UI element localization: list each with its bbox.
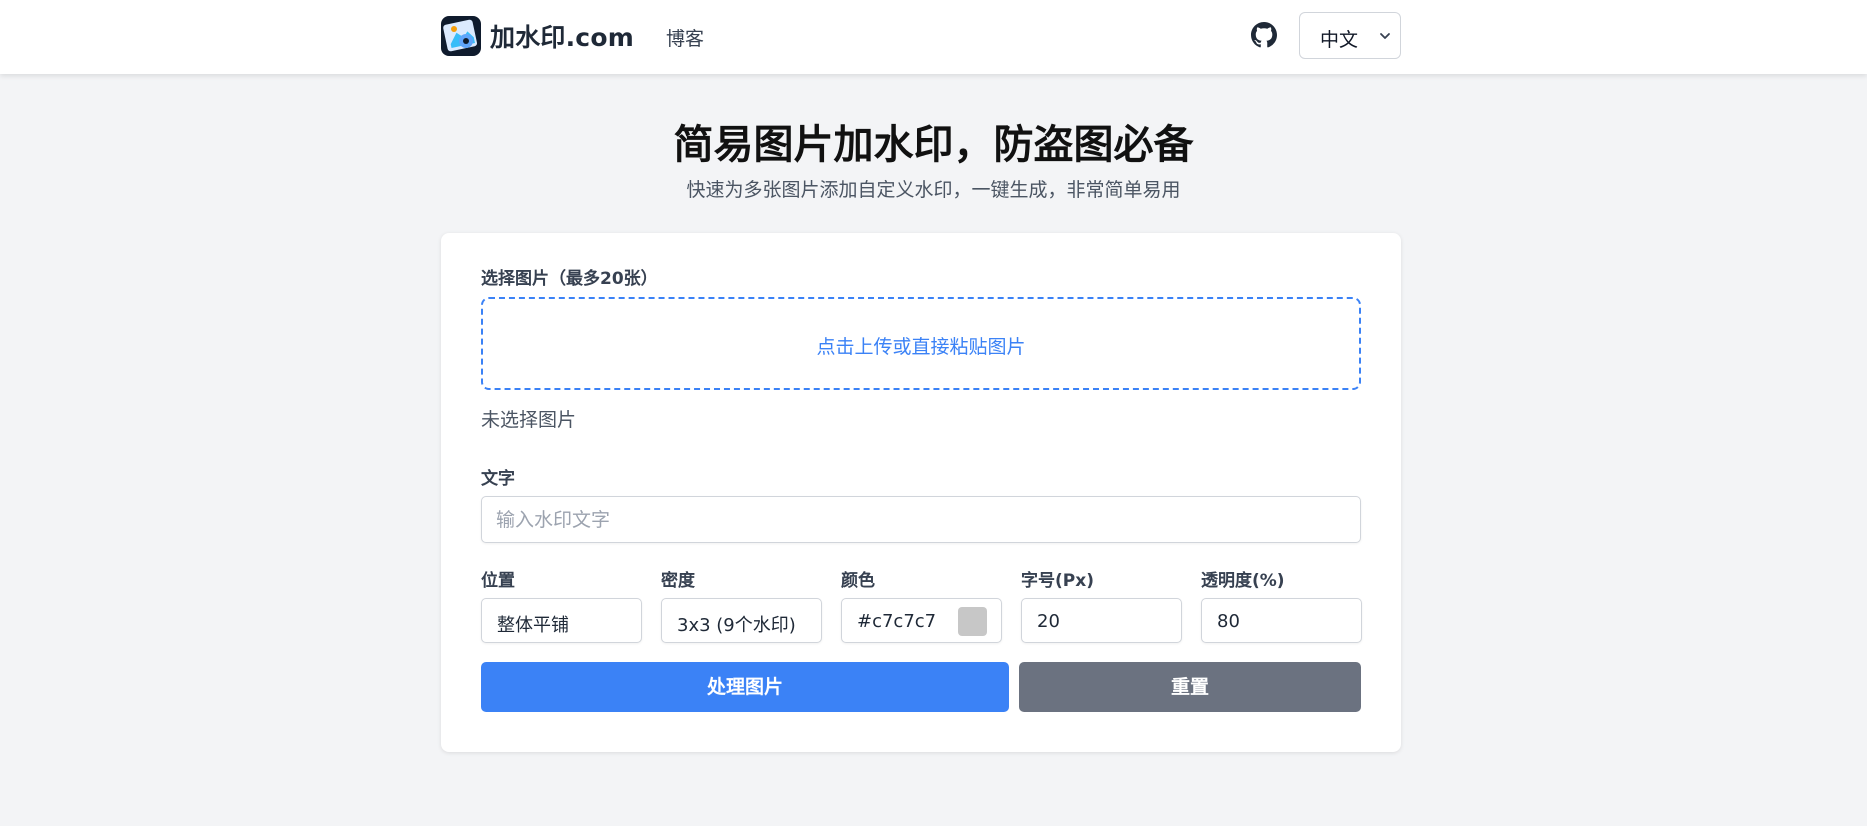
density-select[interactable]: 3x3 (9个水印) xyxy=(661,598,822,643)
color-input[interactable]: #c7c7c7 xyxy=(841,598,1002,643)
github-icon[interactable] xyxy=(1251,22,1277,48)
chevron-down-icon xyxy=(1380,33,1390,39)
color-label: 颜色 xyxy=(841,571,875,591)
watermark-form-card: 选择图片（最多20张） 点击上传或直接粘贴图片 未选择图片 文字 位置 整体平铺… xyxy=(441,233,1401,752)
nav-link-blog[interactable]: 博客 xyxy=(666,24,704,51)
fontsize-value: 20 xyxy=(1037,611,1060,632)
logo-icon[interactable] xyxy=(441,16,481,56)
brand-name[interactable]: 加水印.com xyxy=(490,18,634,54)
text-label: 文字 xyxy=(481,469,515,489)
fontsize-label: 字号(Px) xyxy=(1021,571,1094,591)
position-label: 位置 xyxy=(481,571,515,591)
navbar-container: 加水印.com 博客 中文 xyxy=(441,0,1401,74)
page-title: 简易图片加水印，防盗图必备 xyxy=(673,122,1194,168)
color-value: #c7c7c7 xyxy=(857,611,937,632)
opacity-input[interactable]: 80 xyxy=(1201,598,1362,643)
process-images-button[interactable]: 处理图片 xyxy=(481,662,1009,712)
opacity-label: 透明度(%) xyxy=(1201,571,1285,591)
density-value: 3x3 (9个水印) xyxy=(677,615,796,636)
color-swatch[interactable] xyxy=(958,607,987,636)
watermark-text-input[interactable] xyxy=(481,496,1361,543)
image-select-label: 选择图片（最多20张） xyxy=(481,269,658,289)
no-image-status: 未选择图片 xyxy=(481,409,577,431)
upload-hint: 点击上传或直接粘贴图片 xyxy=(816,336,1026,358)
page-subtitle: 快速为多张图片添加自定义水印，一键生成，非常简单易用 xyxy=(686,179,1181,201)
opacity-value: 80 xyxy=(1217,611,1240,632)
image-upload-dropzone[interactable]: 点击上传或直接粘贴图片 xyxy=(481,297,1361,390)
fontsize-input[interactable]: 20 xyxy=(1021,598,1182,643)
position-select[interactable]: 整体平铺 xyxy=(481,598,642,643)
language-select[interactable]: 中文 xyxy=(1299,12,1401,59)
position-value: 整体平铺 xyxy=(497,615,569,636)
density-label: 密度 xyxy=(661,571,695,591)
language-selected: 中文 xyxy=(1320,29,1359,51)
top-navbar: 加水印.com 博客 中文 xyxy=(0,0,1867,74)
reset-button[interactable]: 重置 xyxy=(1019,662,1361,712)
